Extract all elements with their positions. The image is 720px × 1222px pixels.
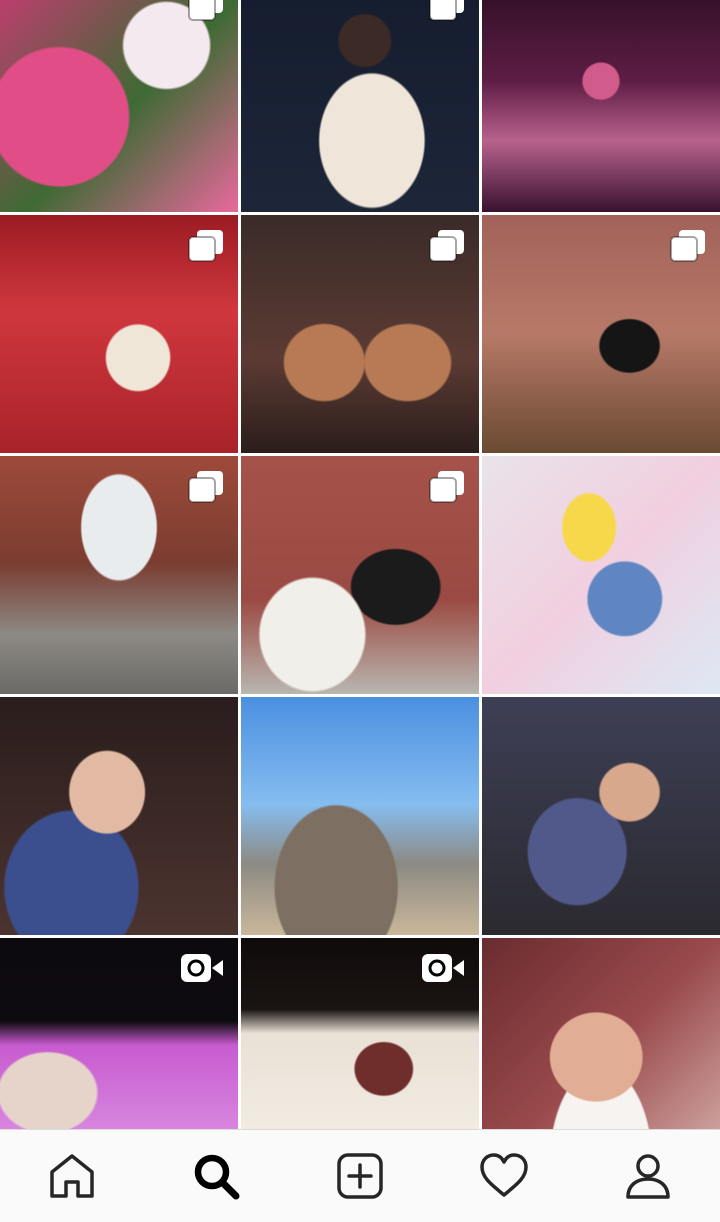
explore-tile[interactable] [0, 0, 238, 212]
nav-profile-button[interactable] [616, 1144, 680, 1208]
post-thumbnail [482, 456, 720, 694]
heart-icon [478, 1150, 530, 1202]
explore-tile[interactable] [241, 456, 479, 694]
home-icon [46, 1150, 98, 1202]
post-thumbnail [482, 697, 720, 935]
explore-tile[interactable] [482, 456, 720, 694]
multiple-photos-icon [429, 0, 465, 22]
post-thumbnail [482, 0, 720, 212]
explore-tile[interactable] [482, 697, 720, 935]
explore-tile[interactable] [0, 215, 238, 453]
nav-activity-button[interactable] [472, 1144, 536, 1208]
post-thumbnail [0, 697, 238, 935]
explore-tile[interactable] [482, 215, 720, 453]
post-thumbnail [241, 0, 479, 212]
plus-square-icon [334, 1150, 386, 1202]
explore-tile[interactable] [0, 456, 238, 694]
multiple-photos-icon [429, 229, 465, 263]
explore-tile[interactable] [482, 0, 720, 212]
explore-tile[interactable] [241, 697, 479, 935]
person-icon [622, 1150, 674, 1202]
explore-tile[interactable] [241, 215, 479, 453]
nav-home-button[interactable] [40, 1144, 104, 1208]
multiple-photos-icon [188, 229, 224, 263]
multiple-photos-icon [429, 470, 465, 504]
bottom-navigation-bar [0, 1129, 720, 1222]
video-camera-icon [180, 952, 224, 984]
explore-tile[interactable] [0, 697, 238, 935]
multiple-photos-icon [188, 0, 224, 22]
search-icon [190, 1150, 242, 1202]
explore-grid [0, 0, 720, 1176]
explore-tile[interactable] [241, 0, 479, 212]
nav-new-post-button[interactable] [328, 1144, 392, 1208]
multiple-photos-icon [670, 229, 706, 263]
post-thumbnail [241, 697, 479, 935]
nav-search-button[interactable] [184, 1144, 248, 1208]
multiple-photos-icon [188, 470, 224, 504]
post-thumbnail [0, 0, 238, 212]
video-camera-icon [421, 952, 465, 984]
